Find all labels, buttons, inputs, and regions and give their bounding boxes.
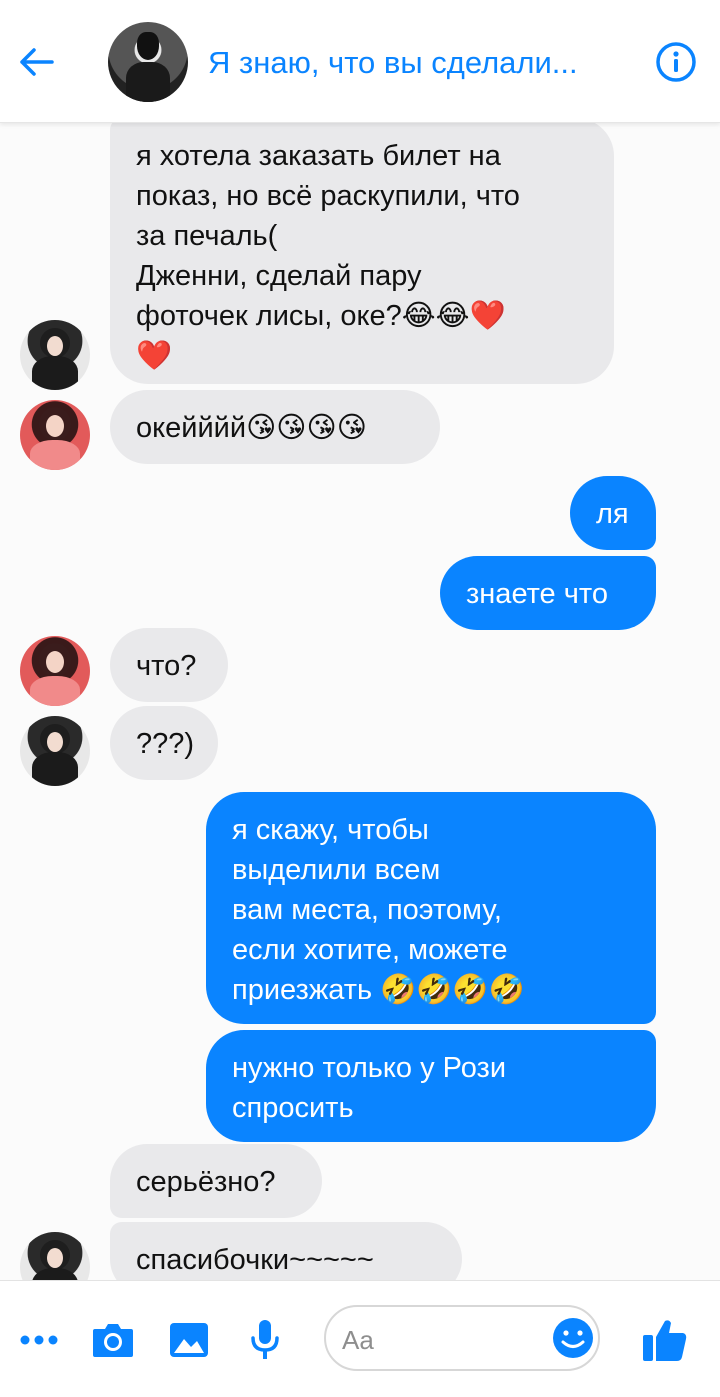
camera-icon[interactable]	[88, 1315, 138, 1365]
message-input-box[interactable]	[324, 1305, 600, 1371]
avatar[interactable]	[20, 636, 90, 706]
image-icon[interactable]	[164, 1315, 214, 1365]
avatar[interactable]	[20, 400, 90, 470]
info-icon[interactable]	[654, 40, 698, 84]
message-composer	[0, 1280, 720, 1397]
avatar[interactable]	[20, 716, 90, 786]
like-icon[interactable]	[640, 1315, 690, 1365]
message-bubble-incoming[interactable]: окейййй😘😘😘😘	[110, 390, 440, 464]
message-bubble-outgoing[interactable]: ля	[570, 476, 656, 550]
avatar[interactable]	[20, 320, 90, 390]
message-bubble-outgoing[interactable]: нужно только у Рози спросить	[206, 1030, 656, 1142]
microphone-icon[interactable]	[240, 1315, 290, 1365]
message-bubble-incoming[interactable]: я хотела заказать билет на показ, но всё…	[110, 118, 614, 384]
chat-header: Я знаю, что вы сделали...	[0, 0, 720, 123]
back-arrow-icon[interactable]	[14, 40, 58, 84]
message-bubble-outgoing[interactable]: знаете что	[440, 556, 656, 630]
chat-avatar[interactable]	[108, 22, 188, 102]
message-bubble-incoming[interactable]: серьёзно?	[110, 1144, 322, 1218]
message-bubble-outgoing[interactable]: я скажу, чтобы выделили всем вам места, …	[206, 792, 656, 1024]
message-bubble-incoming[interactable]: спасибочки~~~~~	[110, 1222, 462, 1280]
message-input[interactable]	[340, 1317, 544, 1363]
chat-title[interactable]: Я знаю, что вы сделали...	[208, 42, 628, 84]
emoji-icon[interactable]	[552, 1317, 594, 1359]
message-bubble-incoming[interactable]: что?	[110, 628, 228, 702]
avatar[interactable]	[20, 1232, 90, 1280]
message-list[interactable]: я хотела заказать билет на показ, но всё…	[0, 0, 720, 1280]
more-icon[interactable]	[14, 1315, 64, 1365]
message-bubble-incoming[interactable]: ???)	[110, 706, 218, 780]
